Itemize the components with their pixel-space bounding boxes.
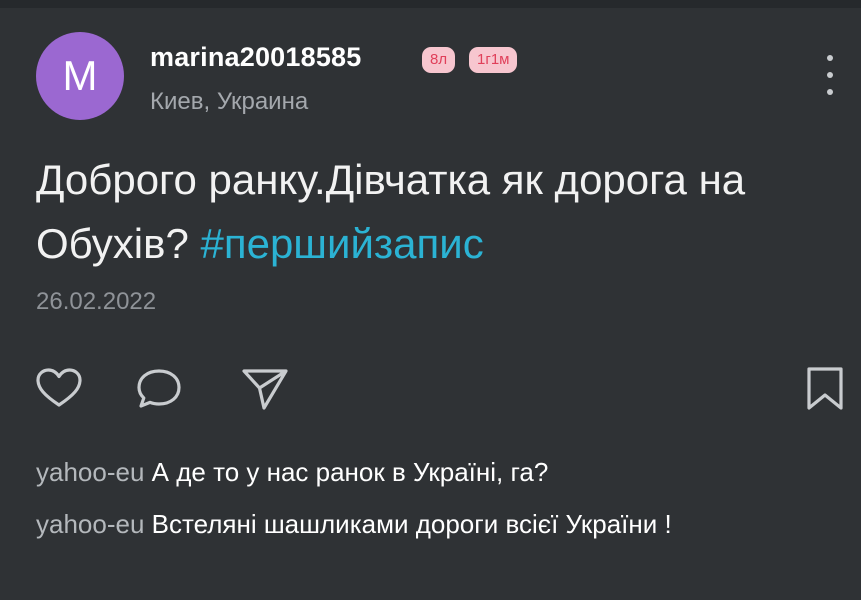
age-badge: 8л: [422, 47, 456, 73]
comment-author[interactable]: yahoo-eu: [36, 509, 144, 539]
comment-item: yahoo-eu А де то у нас ранок в Україні, …: [36, 452, 836, 492]
comment-list: yahoo-eu А де то у нас ранок в Україні, …: [36, 452, 836, 556]
location: Киев, Украина: [150, 88, 309, 115]
heart-icon[interactable]: [34, 364, 84, 414]
comment-item: yahoo-eu Вcтеляні шашликами дороги всієї…: [36, 504, 836, 544]
post-text: Доброго ранку.Дівчатка як дорога на Обух…: [36, 148, 836, 276]
vertical-dots-icon[interactable]: [820, 55, 840, 95]
speech-bubble-icon[interactable]: [134, 364, 184, 414]
username[interactable]: marina20018585: [150, 42, 361, 73]
post-date: 26.02.2022: [36, 288, 157, 315]
duration-badge: 1г1м: [469, 47, 518, 73]
paper-plane-icon[interactable]: [240, 364, 290, 414]
comment-text: Вcтеляні шашликами дороги всієї України …: [151, 509, 672, 539]
avatar[interactable]: M: [36, 32, 124, 120]
comment-author[interactable]: yahoo-eu: [36, 457, 144, 487]
avatar-letter: M: [62, 52, 98, 99]
bookmark-icon[interactable]: [800, 364, 850, 414]
comment-text: А де то у нас ранок в Україні, га?: [151, 457, 549, 487]
post-card: M marina20018585 8л 1г1м Киев, Украина Д…: [0, 0, 861, 600]
hashtag-link[interactable]: #першийзапис: [200, 220, 483, 267]
